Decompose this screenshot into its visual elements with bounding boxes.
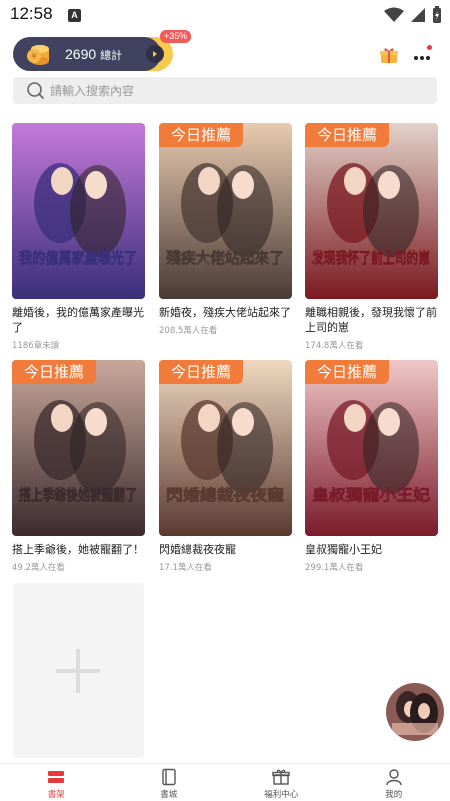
book-title: 搭上季爺後，她被寵翻了！: [12, 543, 144, 556]
book-card-6[interactable]: 皇叔獨寵小王妃 今日推薦 皇叔獨寵小王妃 299.1萬人在看: [305, 360, 438, 573]
cover-title-text: 殘疾大佬站起來了: [166, 249, 284, 267]
status-time: 12:58: [10, 4, 53, 23]
book-meta: 1186章未讀: [12, 341, 60, 351]
notification-indicator: A: [68, 9, 81, 22]
book-meta: 17.1萬人在看: [159, 563, 212, 573]
book-card-2[interactable]: 殘疾大佬站起來了 今日推薦 新婚夜，殘疾大佬站起來了 208.5萬人在看: [159, 123, 292, 336]
book-card-5[interactable]: 閃婚總裁夜夜寵 今日推薦 閃婚總裁夜夜寵 17.1萬人在看: [159, 360, 292, 573]
book-title: 新婚夜，殘疾大佬站起來了: [159, 306, 291, 319]
gift-icon: [272, 769, 290, 785]
user-icon: [386, 769, 402, 786]
book-cover: 殘疾大佬站起來了 今日推薦: [159, 123, 292, 299]
tab-label: 書架: [47, 790, 65, 800]
book-card-4[interactable]: 搭上季爺後她被寵翻了 今日推薦 搭上季爺後，她被寵翻了！ 49.2萬人在看: [12, 360, 145, 573]
tab-profile[interactable]: 我的: [338, 764, 450, 801]
cover-title-text: 閃婚總裁夜夜寵: [166, 486, 284, 504]
book-title: 離婚後，我的億萬家產曝光了: [12, 306, 144, 334]
svg-text:¥: ¥: [31, 52, 36, 61]
cover-art: 閃婚總裁夜夜寵: [159, 360, 292, 536]
coin-pill-body: ¥ 2690 總計: [13, 37, 161, 71]
recommend-tag: 今日推薦: [12, 360, 96, 384]
add-book-button[interactable]: [13, 583, 144, 758]
more-icon[interactable]: [413, 48, 431, 62]
book-cover: 搭上季爺後她被寵翻了 今日推薦: [12, 360, 145, 536]
recommend-tag: 今日推薦: [159, 360, 243, 384]
book-meta: 174.8萬人在看: [305, 341, 364, 351]
coin-stack-icon: ¥: [27, 45, 49, 65]
coin-amount: 2690: [65, 46, 97, 62]
book-title: 閃婚總裁夜夜寵: [159, 543, 236, 556]
wifi-icon: [384, 7, 404, 22]
floating-promo-avatar[interactable]: [386, 683, 444, 741]
coin-detail-button[interactable]: [146, 45, 164, 63]
status-bar: 12:58 A: [0, 0, 450, 30]
cover-title-text: 皇叔獨寵小王妃: [312, 486, 430, 504]
chevron-right-icon: [153, 51, 157, 57]
cover-art: 搭上季爺後她被寵翻了: [12, 360, 145, 536]
notification-dot: [427, 45, 432, 50]
recommend-tag: 今日推薦: [305, 123, 389, 147]
cover-art: 我的億萬家產曝光了: [12, 123, 145, 299]
plus-icon: [56, 649, 100, 693]
bookshelf-icon: [48, 771, 65, 783]
battery-icon: [433, 6, 441, 23]
cover-art: 发现我怀了前上司的崽: [305, 123, 438, 299]
cover-art: 殘疾大佬站起來了: [159, 123, 292, 299]
cover-title-text: 发现我怀了前上司的崽: [311, 249, 430, 267]
book-cover: 我的億萬家產曝光了: [12, 123, 145, 299]
book-title: 離職相親後，發現我懷了前上司的崽: [305, 306, 437, 334]
signal-icon: [411, 8, 425, 22]
tab-label: 我的: [385, 790, 403, 800]
bonus-badge: +35%: [160, 30, 192, 43]
book-meta: 208.5萬人在看: [159, 326, 218, 336]
search-placeholder: 請輸入搜索內容: [50, 84, 135, 98]
book-card-3[interactable]: 发现我怀了前上司的崽 今日推薦 離職相親後，發現我懷了前上司的崽 174.8萬人…: [305, 123, 438, 351]
gift-icon[interactable]: [380, 47, 398, 64]
book-meta: 299.1萬人在看: [305, 563, 364, 573]
promo-avatar-image: [386, 683, 444, 741]
status-icons: [384, 6, 442, 24]
cover-title-text: 搭上季爺後她被寵翻了: [19, 486, 137, 504]
search-icon: [27, 82, 45, 100]
book-cover: 皇叔獨寵小王妃 今日推薦: [305, 360, 438, 536]
recommend-tag: 今日推薦: [305, 360, 389, 384]
tab-label: 福利中心: [264, 790, 299, 800]
tab-bookstore[interactable]: 書城: [113, 764, 226, 801]
book-meta: 49.2萬人在看: [12, 563, 65, 573]
search-input[interactable]: 請輸入搜索內容: [13, 77, 437, 104]
book-card-1[interactable]: 我的億萬家產曝光了 離婚後，我的億萬家產曝光了 1186章未讀: [12, 123, 145, 351]
cover-title-text: 我的億萬家產曝光了: [19, 249, 137, 267]
book-cover: 发现我怀了前上司的崽 今日推薦: [305, 123, 438, 299]
tab-bookshelf[interactable]: 書架: [0, 764, 113, 801]
bottom-tab-bar: 書架 書城 福利中心 我的: [0, 763, 450, 801]
recommend-tag: 今日推薦: [159, 123, 243, 147]
tab-label: 書城: [160, 790, 178, 800]
cover-art: 皇叔獨寵小王妃: [305, 360, 438, 536]
book-title: 皇叔獨寵小王妃: [305, 543, 382, 556]
book-cover: 閃婚總裁夜夜寵 今日推薦: [159, 360, 292, 536]
book-icon: [162, 768, 176, 786]
tab-welfare-center[interactable]: 福利中心: [225, 764, 338, 801]
coin-unit: 總計: [100, 50, 123, 62]
